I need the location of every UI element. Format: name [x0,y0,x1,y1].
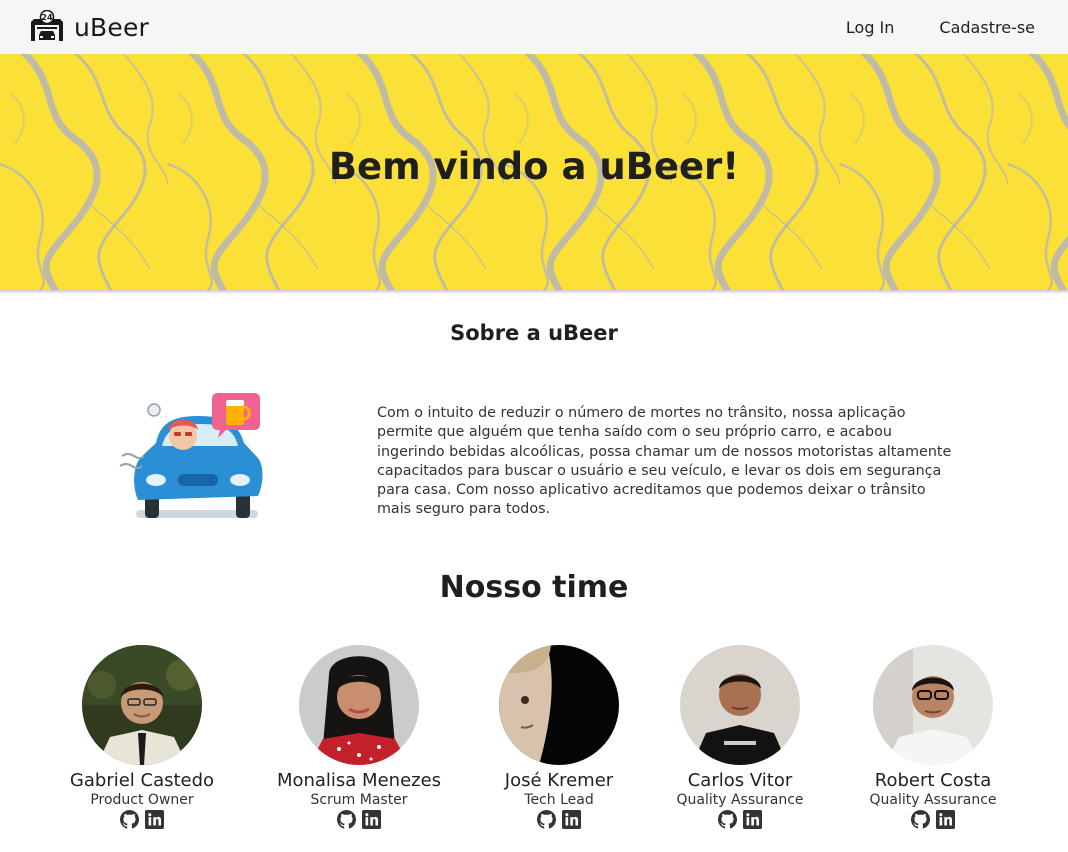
member-name: José Kremer [504,770,614,791]
garage-car-24h-icon: 24 [31,10,63,41]
login-link[interactable]: Log In [846,18,895,37]
member-social-links [911,810,955,829]
github-icon[interactable] [911,810,930,829]
team-member-card: Carlos Vitor Quality Assurance [645,645,835,829]
svg-text:24: 24 [41,13,53,22]
brand-name: uBeer [74,12,150,42]
member-avatar [82,645,202,765]
member-social-links [337,810,381,829]
brand-link[interactable]: 24 uBeer [30,10,149,44]
member-social-links [120,810,164,829]
github-icon[interactable] [120,810,139,829]
nav-links: Log In Cadastre-se [846,18,1035,37]
linkedin-icon[interactable] [362,810,381,829]
member-avatar [873,645,993,765]
about-description: Com o intuito de reduzir o número de mor… [377,405,952,518]
hero-banner: Bem vindo a uBeer! [0,54,1068,290]
member-avatar [680,645,800,765]
team-member-card: Monalisa Menezes Scrum Master [264,645,454,829]
member-role: Product Owner [90,792,194,808]
team-title: Nosso time [439,570,629,605]
member-social-links [537,810,581,829]
member-avatar [299,645,419,765]
signup-link[interactable]: Cadastre-se [939,18,1035,37]
member-role: Scrum Master [310,792,408,808]
about-title: Sobre a uBeer [450,321,618,345]
github-icon[interactable] [337,810,356,829]
linkedin-icon[interactable] [936,810,955,829]
member-role: Tech Lead [524,792,594,808]
team-member-card: Robert Costa Quality Assurance [838,645,1028,829]
member-social-links [718,810,762,829]
navbar: 24 uBeer Log In Cadastre-se [0,0,1068,54]
member-name: Carlos Vitor [687,770,793,791]
drunk-driver-car-beer-icon [119,393,263,518]
member-role: Quality Assurance [869,792,997,808]
member-avatar [499,645,619,765]
github-icon[interactable] [718,810,737,829]
github-icon[interactable] [537,810,556,829]
linkedin-icon[interactable] [743,810,762,829]
team-member-card: Gabriel Castedo Product Owner [47,645,237,829]
team-member-card: José Kremer Tech Lead [464,645,654,829]
linkedin-icon[interactable] [562,810,581,829]
hero-divider [0,290,1068,294]
hero-title: Bem vindo a uBeer! [328,145,740,188]
linkedin-icon[interactable] [145,810,164,829]
member-name: Monalisa Menezes [276,770,442,791]
member-name: Robert Costa [874,770,992,791]
member-role: Quality Assurance [676,792,804,808]
member-name: Gabriel Castedo [69,770,215,791]
